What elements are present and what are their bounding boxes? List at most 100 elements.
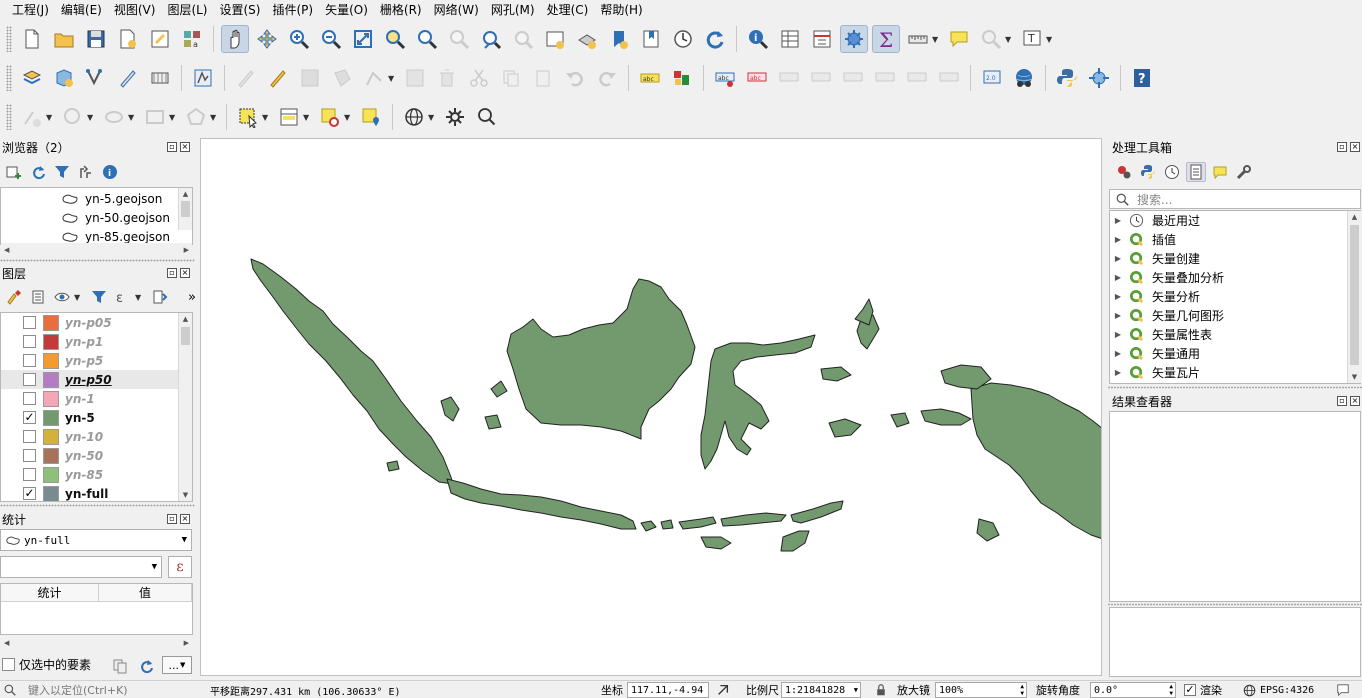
new-map-view-icon[interactable] — [541, 25, 569, 53]
scripts-python-icon[interactable] — [1138, 162, 1158, 182]
toolbox-group-item[interactable]: ▶ 矢量叠加分析 — [1110, 268, 1346, 287]
save-edits-icon[interactable] — [296, 64, 324, 92]
stats-layer-combo[interactable]: yn-full ▼ — [0, 529, 192, 551]
toolbox-search-input[interactable]: 搜索... — [1109, 189, 1361, 209]
toolbox-group-item[interactable]: ▶ 插值 — [1110, 230, 1346, 249]
copy-features-icon[interactable] — [497, 64, 525, 92]
layer-item[interactable]: yn-50 — [1, 446, 179, 465]
close-panel-icon[interactable]: × — [1350, 396, 1360, 406]
results-detail[interactable] — [1109, 607, 1361, 677]
toolbar-grip[interactable] — [6, 65, 12, 91]
refresh-icon[interactable] — [701, 25, 729, 53]
pan-to-selection-icon[interactable] — [253, 25, 281, 53]
float-panel-icon[interactable]: ▫ — [167, 268, 177, 278]
expand-arrow-icon[interactable]: ▶ — [1110, 368, 1126, 377]
toolbox-group-item[interactable]: ▶ 矢量通用 — [1110, 344, 1346, 363]
float-panel-icon[interactable]: ▫ — [167, 142, 177, 152]
layer-visibility-checkbox[interactable] — [23, 392, 36, 405]
current-edits-icon[interactable] — [232, 64, 260, 92]
add-vector-layer-icon[interactable] — [82, 64, 110, 92]
manage-visibility-icon[interactable] — [52, 287, 72, 307]
delete-selected-icon[interactable] — [433, 64, 461, 92]
paste-features-icon[interactable] — [529, 64, 557, 92]
layer-item[interactable]: yn-p1 — [1, 332, 179, 351]
filter-legend-icon[interactable] — [89, 287, 109, 307]
layer-item[interactable]: ✓ yn-5 — [1, 408, 179, 427]
scroll-thumb[interactable] — [181, 201, 190, 217]
layer-item[interactable]: yn-85 — [1, 465, 179, 484]
select-location-dropdown-icon[interactable]: ▼ — [1005, 35, 1013, 44]
toolbox-group-item[interactable]: ▶ 矢量分析 — [1110, 287, 1346, 306]
close-panel-icon[interactable]: × — [180, 142, 190, 152]
toolbox-group-item[interactable]: ▶ 矢量瓦片 — [1110, 363, 1346, 382]
diagram-icon[interactable] — [668, 64, 696, 92]
layer-item[interactable]: yn-p50 — [1, 370, 179, 389]
search-icon[interactable] — [473, 103, 501, 131]
field-calculator-icon[interactable] — [808, 25, 836, 53]
add-ellipse-icon[interactable] — [100, 103, 128, 131]
expand-arrow-icon[interactable]: ▶ — [1110, 235, 1126, 244]
layer-item[interactable]: yn-1 — [1, 389, 179, 408]
visibility-dropdown-icon[interactable]: ▼ — [74, 293, 82, 302]
copy-stats-icon[interactable] — [110, 656, 130, 676]
expand-arrow-icon[interactable]: ▶ — [1110, 216, 1126, 225]
expression-epsilon-icon[interactable]: ε — [168, 556, 192, 578]
zoom-next-icon[interactable] — [509, 25, 537, 53]
crs-button[interactable]: EPSG:4326 — [1243, 681, 1314, 698]
label-properties-icon[interactable] — [903, 64, 931, 92]
layer-visibility-checkbox[interactable] — [23, 449, 36, 462]
toolbar-grip[interactable] — [6, 26, 12, 52]
new-3d-view-icon[interactable] — [573, 25, 601, 53]
stats-hscroll[interactable]: ◀ ▶ — [1, 636, 192, 650]
toggle-editing-icon[interactable] — [264, 64, 292, 92]
add-polygon-dropdown-icon[interactable]: ▼ — [210, 113, 218, 122]
lock-scale-icon[interactable] — [875, 681, 887, 698]
pin-labels-icon[interactable]: abc — [711, 64, 739, 92]
rotation-spinbox[interactable]: 0.0° ▲ ▼ — [1090, 682, 1176, 698]
float-panel-icon[interactable]: ▫ — [1337, 142, 1347, 152]
add-circle-dropdown-icon[interactable]: ▼ — [87, 113, 95, 122]
toolbox-vscroll[interactable]: ▲ ▼ — [1347, 211, 1361, 383]
select-location-icon[interactable] — [977, 25, 1005, 53]
collapse-all-icon[interactable] — [76, 162, 96, 182]
menu-item[interactable]: 网络(W) — [428, 0, 485, 20]
panel-splitter[interactable] — [1108, 602, 1362, 606]
add-point-feature-icon[interactable] — [18, 103, 46, 131]
redo-icon[interactable] — [593, 64, 621, 92]
scroll-left-icon[interactable]: ◀ — [4, 639, 9, 647]
expand-arrow-icon[interactable]: ▶ — [1110, 292, 1126, 301]
selected-only-checkbox[interactable] — [2, 658, 15, 671]
expand-arrow-icon[interactable]: ▶ — [1110, 349, 1126, 358]
locator-bar[interactable]: 键入以定位(Ctrl+K) — [4, 681, 128, 698]
globe-plugin-icon[interactable] — [1010, 64, 1038, 92]
zoom-out-icon[interactable] — [317, 25, 345, 53]
panel-splitter[interactable] — [0, 258, 195, 262]
browser-vscroll[interactable]: ▲ — [178, 188, 192, 230]
data-source-manager-icon[interactable] — [18, 64, 46, 92]
new-geopackage-icon[interactable] — [50, 64, 78, 92]
select-by-value-icon[interactable] — [275, 103, 303, 131]
pan-map-icon[interactable] — [221, 25, 249, 53]
add-selected-layers-icon[interactable] — [4, 162, 24, 182]
labeling-icon[interactable]: abc — [636, 64, 664, 92]
plugin-crosshair-icon[interactable] — [1085, 64, 1113, 92]
label-rotate-icon[interactable] — [935, 64, 963, 92]
layer-visibility-checkbox[interactable] — [23, 316, 36, 329]
toolbar-grip[interactable] — [6, 104, 12, 130]
add-raster-icon[interactable] — [146, 64, 174, 92]
open-project-icon[interactable] — [50, 25, 78, 53]
stats-field-combo[interactable]: ▼ — [0, 556, 162, 578]
toolbox-group-item[interactable]: ▶ 最近用过 — [1110, 211, 1346, 230]
zoom-in-icon[interactable] — [285, 25, 313, 53]
expand-all-icon[interactable] — [150, 287, 170, 307]
messages-icon[interactable] — [1336, 681, 1350, 698]
scale-combo[interactable]: 1:21841828 ▼ — [781, 682, 861, 698]
expand-arrow-icon[interactable]: ▶ — [1110, 273, 1126, 282]
add-point-dropdown-icon[interactable]: ▼ — [46, 113, 54, 122]
print-layout-icon[interactable] — [146, 25, 174, 53]
add-regular-polygon-icon[interactable] — [182, 103, 210, 131]
identify-features-icon[interactable]: i — [744, 25, 772, 53]
select-value-dropdown-icon[interactable]: ▼ — [303, 113, 311, 122]
undo-icon[interactable] — [561, 64, 589, 92]
show-bookmarks-icon[interactable] — [637, 25, 665, 53]
